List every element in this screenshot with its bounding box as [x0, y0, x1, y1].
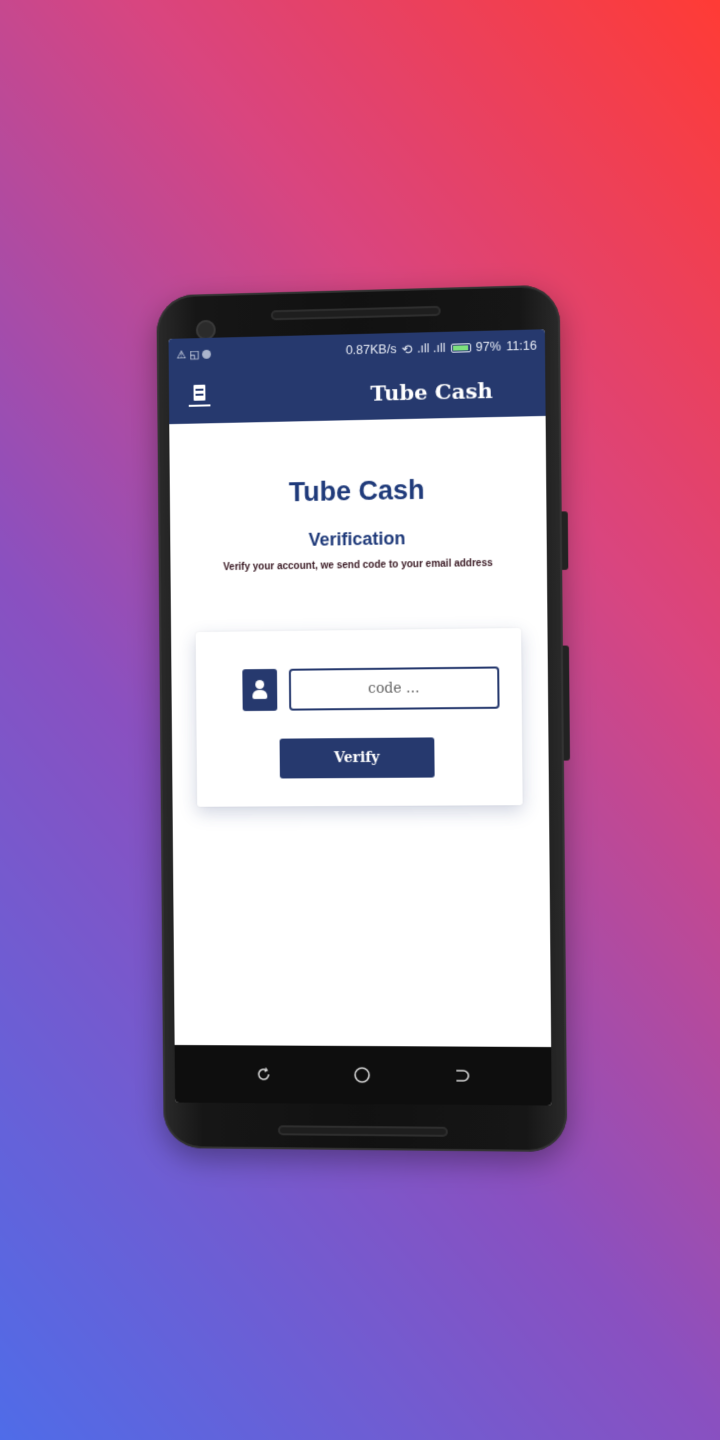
user-icon-torso: [252, 689, 268, 700]
battery-icon: [450, 342, 471, 353]
clock: 11:16: [506, 338, 537, 354]
page-subtitle: Verification: [308, 528, 406, 550]
user-icon-box: [242, 668, 278, 712]
earpiece-speaker: [270, 305, 441, 321]
rotate-icon: ⟲: [401, 342, 413, 357]
status-left: ⚠ ◱: [176, 347, 212, 362]
back-icon[interactable]: [448, 1063, 474, 1089]
screen: ⚠ ◱ 0.87KB/s ⟲ .ıll .ıll 97% 11:16 Tube …: [168, 329, 552, 1106]
recent-apps-icon[interactable]: [250, 1061, 276, 1087]
home-icon[interactable]: [349, 1062, 375, 1088]
server-menu-icon[interactable]: [188, 384, 211, 409]
bottom-speaker: [277, 1125, 448, 1137]
battery-percent: 97%: [475, 339, 502, 355]
notification-dot-icon: [202, 349, 212, 359]
navigation-bar: [174, 1044, 552, 1106]
verification-hint: Verify your account, we send code to you…: [223, 557, 493, 574]
code-input[interactable]: [288, 666, 500, 711]
cast-icon: ◱: [189, 348, 200, 361]
main-content: Tube Cash Verification Verify your accou…: [170, 472, 547, 574]
net-speed: 0.87KB/s: [345, 342, 397, 358]
page-title: Tube Cash: [288, 474, 425, 508]
server-base: [188, 404, 211, 407]
verify-button[interactable]: Verify: [279, 737, 435, 779]
app-bar: Tube Cash: [168, 361, 546, 425]
app-bar-title: Tube Cash: [370, 377, 493, 406]
phone-frame: ⚠ ◱ 0.87KB/s ⟲ .ıll .ıll 97% 11:16 Tube …: [156, 284, 570, 1153]
server-block: [193, 384, 206, 401]
signal-icon: .ıll .ıll: [416, 340, 446, 356]
verification-card: Verify: [195, 627, 523, 807]
power-button: [561, 511, 569, 570]
status-right: 0.87KB/s ⟲ .ıll .ıll 97% 11:16: [346, 338, 537, 358]
user-icon-head: [255, 680, 265, 690]
warning-icon: ⚠: [176, 348, 187, 362]
user-icon: [252, 680, 268, 700]
volume-button: [562, 645, 570, 761]
